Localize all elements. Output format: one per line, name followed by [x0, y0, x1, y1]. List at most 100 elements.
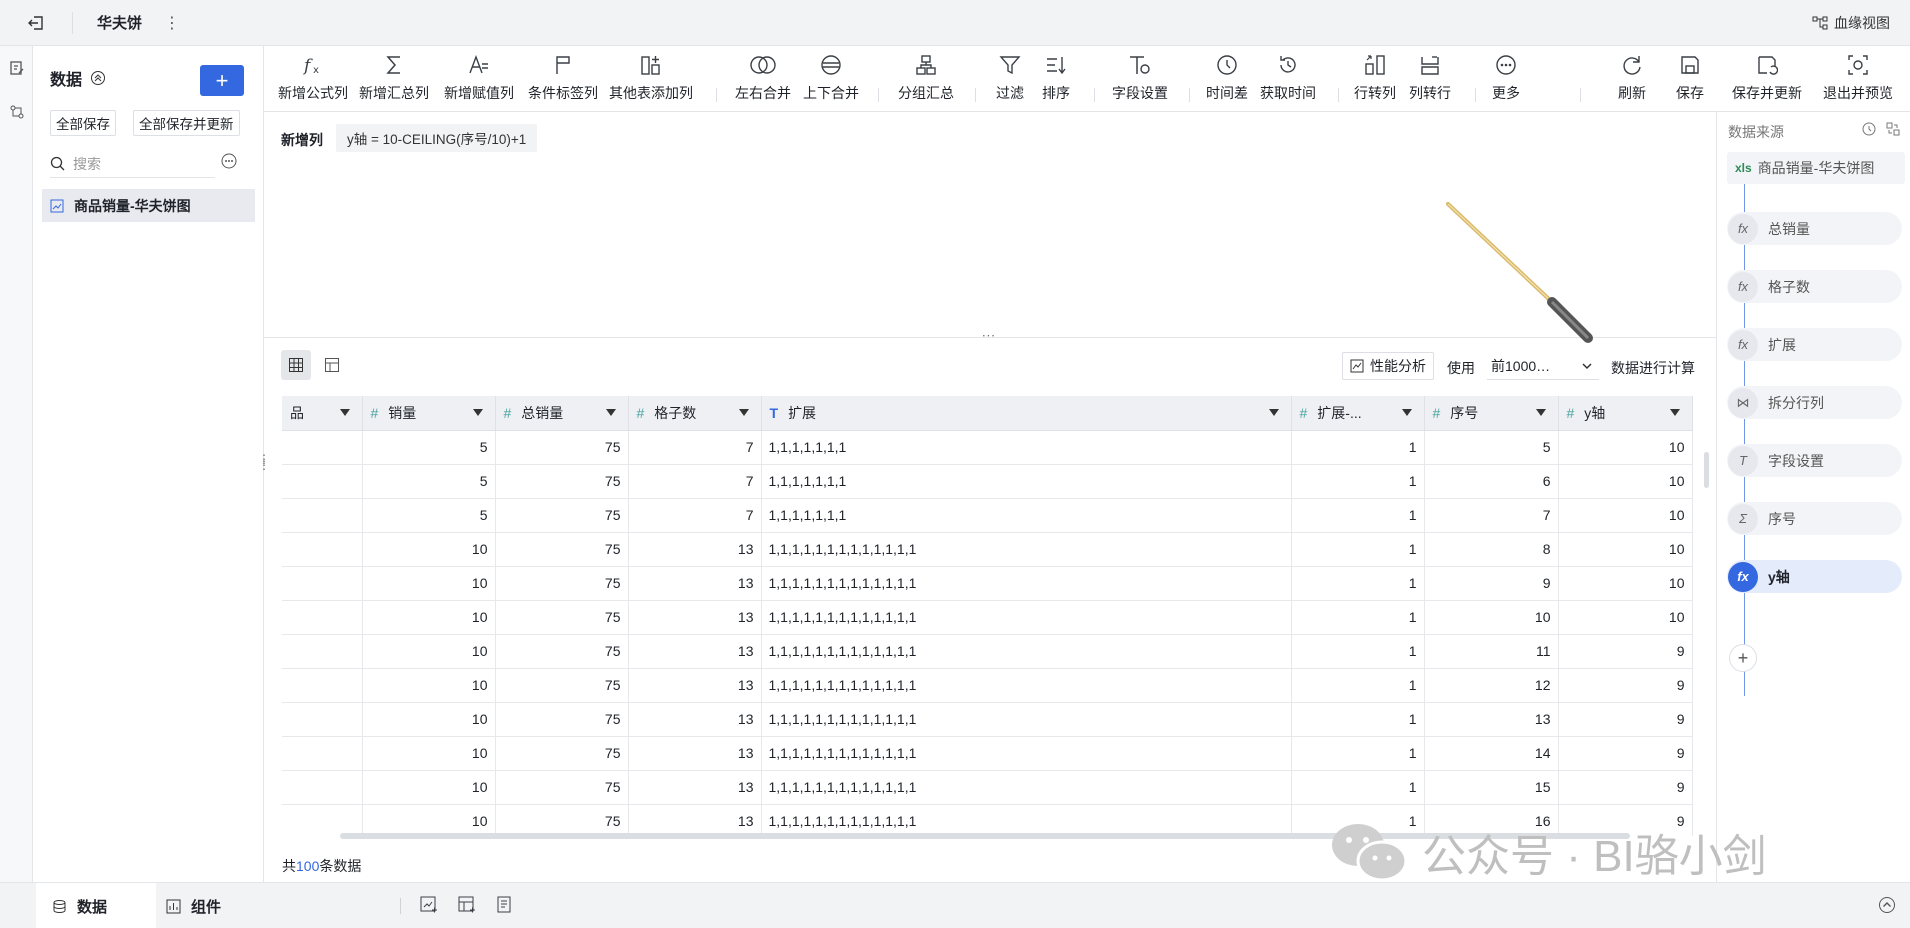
- table-cell[interactable]: 9: [1558, 770, 1693, 805]
- table-cell[interactable]: 13: [628, 600, 762, 635]
- dropdown-caret-icon[interactable]: [1535, 409, 1546, 416]
- toolbar-save-button[interactable]: 保存: [1676, 46, 1704, 112]
- formula-input[interactable]: y轴 = 10-CEILING(序号/10)+1: [336, 124, 538, 152]
- table-cell[interactable]: 9: [1558, 804, 1693, 836]
- table-cell[interactable]: 7: [628, 498, 762, 533]
- table-cell[interactable]: [282, 430, 363, 465]
- relation-icon[interactable]: [0, 90, 33, 134]
- collapse-up-icon[interactable]: [1878, 896, 1896, 914]
- column-header[interactable]: # 序号: [1424, 396, 1559, 431]
- step-3[interactable]: fx 扩展: [1727, 328, 1902, 361]
- step-7[interactable]: fx y轴: [1727, 560, 1902, 593]
- step-4[interactable]: ⋈ 拆分行列: [1727, 386, 1902, 419]
- table-cell[interactable]: 13: [628, 804, 762, 836]
- add-dataset-button[interactable]: +: [200, 65, 244, 96]
- table-cell[interactable]: 13: [628, 566, 762, 601]
- toolbar-sigma-button[interactable]: 新增汇总列: [359, 46, 429, 112]
- table-cell[interactable]: 75: [495, 804, 629, 836]
- table-cell[interactable]: 1: [1291, 668, 1425, 703]
- table-cell[interactable]: [282, 634, 363, 669]
- table-cell[interactable]: 10: [362, 804, 496, 836]
- table-cell[interactable]: 5: [362, 464, 496, 499]
- column-header[interactable]: # 总销量: [495, 396, 629, 431]
- toolbar-assign-button[interactable]: 新增赋值列: [444, 46, 514, 112]
- table-cell[interactable]: [282, 566, 363, 601]
- toolbar-flag-button[interactable]: 条件标签列: [528, 46, 598, 112]
- table-cell[interactable]: 1: [1291, 566, 1425, 601]
- table-cell[interactable]: 9: [1424, 566, 1559, 601]
- table-cell[interactable]: 13: [628, 532, 762, 567]
- table-cell[interactable]: 10: [362, 634, 496, 669]
- table-cell[interactable]: 75: [495, 464, 629, 499]
- save-all-button[interactable]: 全部保存: [50, 110, 116, 136]
- toolbar-clock-button[interactable]: 时间差: [1206, 46, 1248, 112]
- column-header[interactable]: # 销量: [362, 396, 496, 431]
- search-input[interactable]: 搜索: [50, 150, 215, 178]
- table-cell[interactable]: [282, 770, 363, 805]
- table-cell[interactable]: [282, 668, 363, 703]
- toolbar-formula-button[interactable]: f x 新增公式列: [278, 46, 348, 112]
- table-cell[interactable]: 75: [495, 600, 629, 635]
- table-cell[interactable]: 10: [362, 566, 496, 601]
- table-cell[interactable]: 16: [1424, 804, 1559, 836]
- expand-icon[interactable]: [1886, 122, 1900, 136]
- toolbar-col-to-row-button[interactable]: 列转行: [1409, 46, 1451, 112]
- save-all-update-button[interactable]: 全部保存并更新: [133, 110, 240, 136]
- grid-view-icon[interactable]: [281, 350, 311, 380]
- table-cell[interactable]: 75: [495, 430, 629, 465]
- toolbar-filter-button[interactable]: 过滤: [996, 46, 1024, 112]
- toolbar-save-update-button[interactable]: 保存并更新: [1732, 46, 1802, 112]
- toolbar-refresh-button[interactable]: 刷新: [1618, 46, 1646, 112]
- table-cell[interactable]: 75: [495, 702, 629, 737]
- table-cell[interactable]: 7: [628, 430, 762, 465]
- table-cell[interactable]: 13: [628, 702, 762, 737]
- collapse-icon[interactable]: [90, 70, 106, 86]
- table-cell[interactable]: 8: [1424, 532, 1559, 567]
- table-cell[interactable]: 1: [1291, 464, 1425, 499]
- table-cell[interactable]: 13: [628, 668, 762, 703]
- table-cell[interactable]: [282, 702, 363, 737]
- table-cell[interactable]: 10: [1558, 464, 1693, 499]
- dropdown-caret-icon[interactable]: [738, 409, 749, 416]
- table-cell[interactable]: 13: [1424, 702, 1559, 737]
- table-cell[interactable]: 1,1,1,1,1,1,1: [761, 498, 1292, 533]
- table-cell[interactable]: 10: [1424, 600, 1559, 635]
- dropdown-caret-icon[interactable]: [605, 409, 616, 416]
- table-cell[interactable]: 1,1,1,1,1,1,1,1,1,1,1,1,1: [761, 804, 1292, 836]
- back-icon[interactable]: [0, 0, 72, 46]
- table-cell[interactable]: 1: [1291, 532, 1425, 567]
- add-step-button[interactable]: +: [1729, 644, 1757, 672]
- vertical-scrollbar[interactable]: [1704, 452, 1709, 488]
- table-cell[interactable]: 75: [495, 736, 629, 771]
- table-cell[interactable]: 1: [1291, 600, 1425, 635]
- toolbar-field-settings-button[interactable]: 字段设置: [1112, 46, 1168, 112]
- toolbar-sort-button[interactable]: 排序: [1042, 46, 1070, 112]
- dropdown-caret-icon[interactable]: [472, 409, 483, 416]
- table-cell[interactable]: 9: [1558, 634, 1693, 669]
- table-cell[interactable]: 75: [495, 566, 629, 601]
- table-cell[interactable]: [282, 464, 363, 499]
- panel-resize-handle[interactable]: ⋮ ⋮: [258, 453, 270, 471]
- dropdown-caret-icon[interactable]: [1268, 409, 1279, 416]
- table-cell[interactable]: 5: [362, 498, 496, 533]
- table-cell[interactable]: 1,1,1,1,1,1,1,1,1,1,1,1,1: [761, 736, 1292, 771]
- table-cell[interactable]: 10: [362, 532, 496, 567]
- history-icon[interactable]: [1862, 122, 1876, 136]
- table-cell[interactable]: 1,1,1,1,1,1,1: [761, 430, 1292, 465]
- table-cell[interactable]: 15: [1424, 770, 1559, 805]
- table-cell[interactable]: [282, 600, 363, 635]
- table-cell[interactable]: 9: [1558, 668, 1693, 703]
- toolbar-row-to-col-button[interactable]: 行转列: [1354, 46, 1396, 112]
- step-2[interactable]: fx 格子数: [1727, 270, 1902, 303]
- column-header[interactable]: T 扩展: [761, 396, 1292, 431]
- column-header[interactable]: # 格子数: [628, 396, 762, 431]
- table-cell[interactable]: 10: [1558, 600, 1693, 635]
- dropdown-caret-icon[interactable]: [1669, 409, 1680, 416]
- table-cell[interactable]: 13: [628, 634, 762, 669]
- table-cell[interactable]: 1,1,1,1,1,1,1,1,1,1,1,1,1: [761, 532, 1292, 567]
- toolbar-get-time-button[interactable]: 获取时间: [1260, 46, 1316, 112]
- table-cell[interactable]: 1: [1291, 804, 1425, 836]
- add-chart-icon[interactable]: [420, 896, 438, 914]
- table-cell[interactable]: 10: [362, 600, 496, 635]
- table-cell[interactable]: 10: [1558, 532, 1693, 567]
